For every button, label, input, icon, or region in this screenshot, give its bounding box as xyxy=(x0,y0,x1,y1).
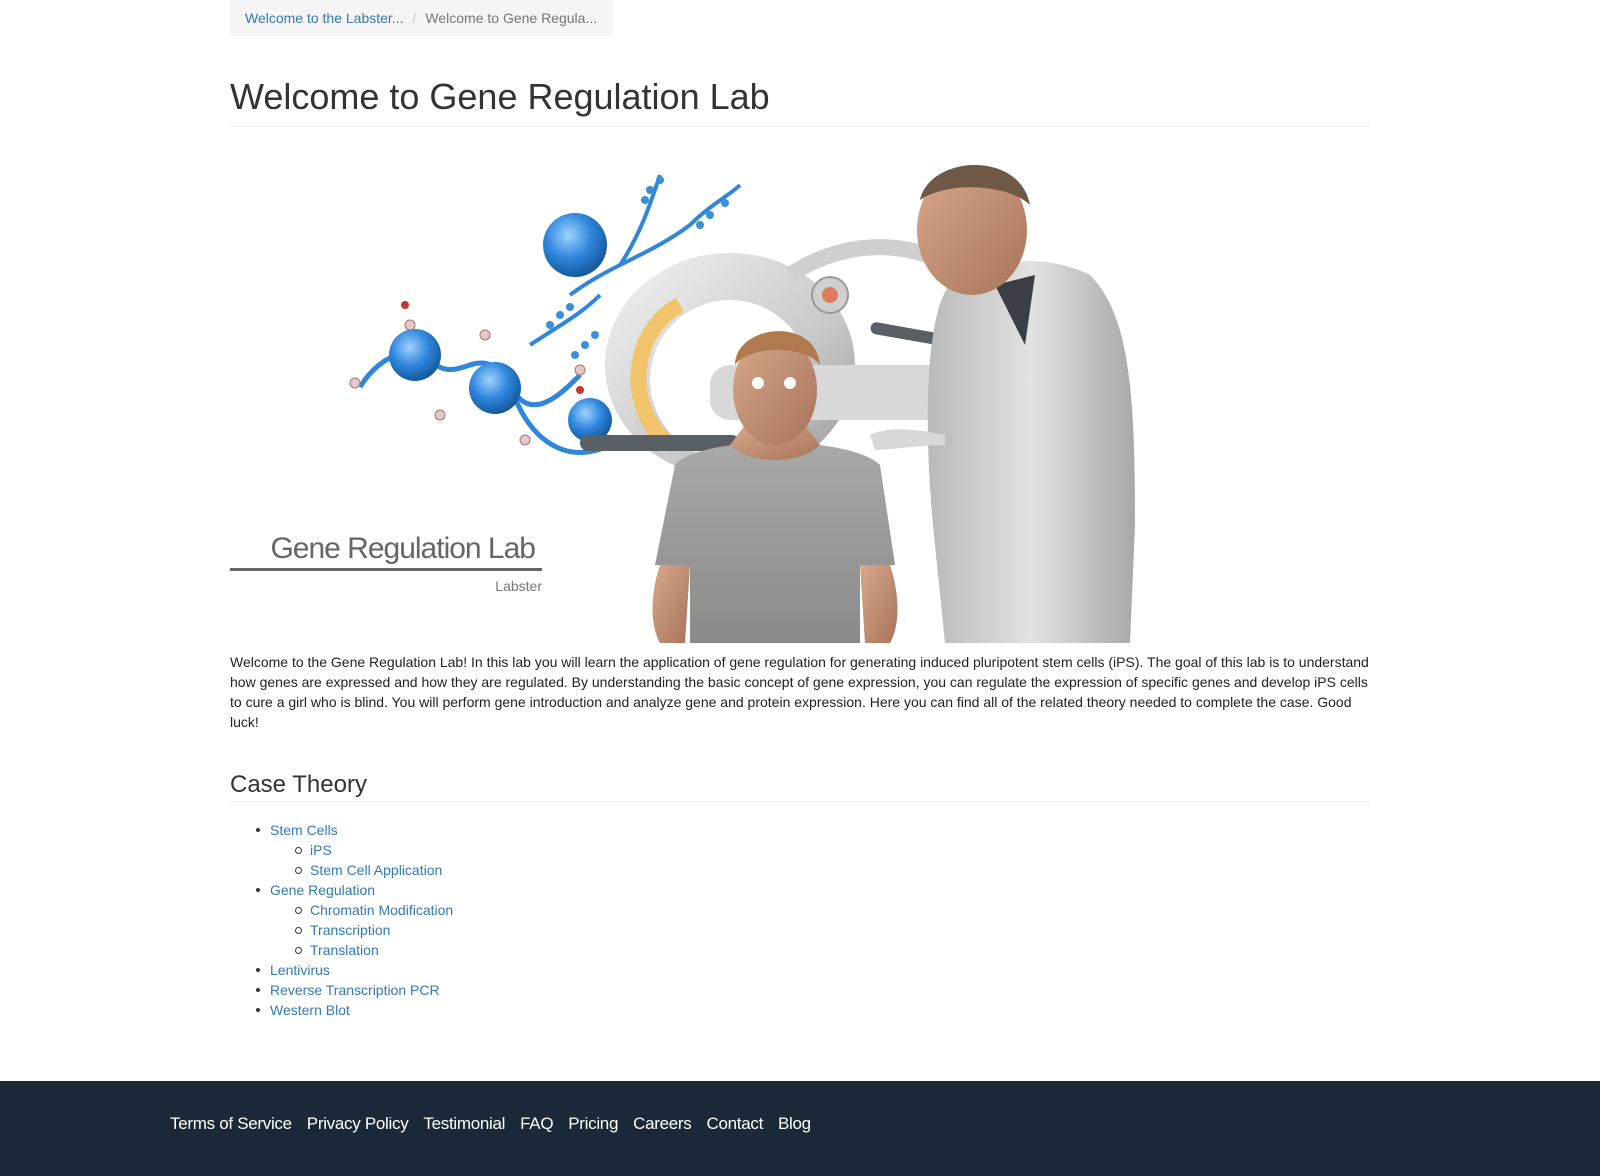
list-item: iPS xyxy=(294,840,453,860)
footer-link-privacy[interactable]: Privacy Policy xyxy=(307,1114,409,1134)
footer-link-faq[interactable]: FAQ xyxy=(520,1114,553,1134)
footer-link-testimonial[interactable]: Testimonial xyxy=(423,1114,505,1134)
link-translation[interactable]: Translation xyxy=(310,942,379,958)
list-item: Reverse Transcription PCR xyxy=(230,980,453,1000)
case-theory-title: Case Theory xyxy=(230,770,1371,802)
page-title: Welcome to Gene Regulation Lab xyxy=(230,72,1371,127)
link-chromatin-modification[interactable]: Chromatin Modification xyxy=(310,902,453,918)
breadcrumb: Welcome to the Labster... / Welcome to G… xyxy=(230,0,613,36)
link-transcription[interactable]: Transcription xyxy=(310,922,390,938)
list-item: Western Blot xyxy=(230,1000,453,1020)
breadcrumb-item-labster[interactable]: Welcome to the Labster... xyxy=(245,10,404,26)
footer-link-pricing[interactable]: Pricing xyxy=(568,1114,618,1134)
breadcrumb-item-current: Welcome to Gene Regula... xyxy=(425,10,598,26)
footer-link-careers[interactable]: Careers xyxy=(633,1114,692,1134)
link-western-blot[interactable]: Western Blot xyxy=(270,1002,350,1018)
case-theory-list: Stem Cells iPS Stem Cell Application Gen… xyxy=(230,820,453,1020)
footer-link-contact[interactable]: Contact xyxy=(707,1114,764,1134)
list-item: Stem Cells iPS Stem Cell Application xyxy=(230,820,453,880)
site-footer: Terms of Service Privacy Policy Testimon… xyxy=(0,1081,1600,1176)
list-item: Lentivirus xyxy=(230,960,453,980)
list-item: Stem Cell Application xyxy=(294,860,453,880)
hero-logo-title: Gene Regulation Lab xyxy=(270,532,535,565)
intro-paragraph: Welcome to the Gene Regulation Lab! In t… xyxy=(230,654,1369,730)
hero-logo-underline xyxy=(230,568,542,571)
footer-link-blog[interactable]: Blog xyxy=(778,1114,811,1134)
list-item: Chromatin Modification xyxy=(294,900,453,920)
link-stem-cells[interactable]: Stem Cells xyxy=(270,822,338,838)
link-stem-cell-application[interactable]: Stem Cell Application xyxy=(310,862,442,878)
list-item: Transcription xyxy=(294,920,453,940)
link-reverse-transcription-pcr[interactable]: Reverse Transcription PCR xyxy=(270,982,440,998)
list-item: Gene Regulation Chromatin Modification T… xyxy=(230,880,453,960)
link-ips[interactable]: iPS xyxy=(310,842,332,858)
link-lentivirus[interactable]: Lentivirus xyxy=(270,962,330,978)
hero-illustration: Gene Regulation Lab Labster xyxy=(230,165,1135,643)
breadcrumb-separator: / xyxy=(412,10,417,26)
hero-logo-subtitle: Labster xyxy=(495,578,542,594)
link-gene-regulation[interactable]: Gene Regulation xyxy=(270,882,375,898)
list-item: Translation xyxy=(294,940,453,960)
footer-nav: Terms of Service Privacy Policy Testimon… xyxy=(170,1114,826,1134)
footer-link-terms[interactable]: Terms of Service xyxy=(170,1114,292,1134)
hero-image: Gene Regulation Lab Labster xyxy=(230,145,1150,643)
